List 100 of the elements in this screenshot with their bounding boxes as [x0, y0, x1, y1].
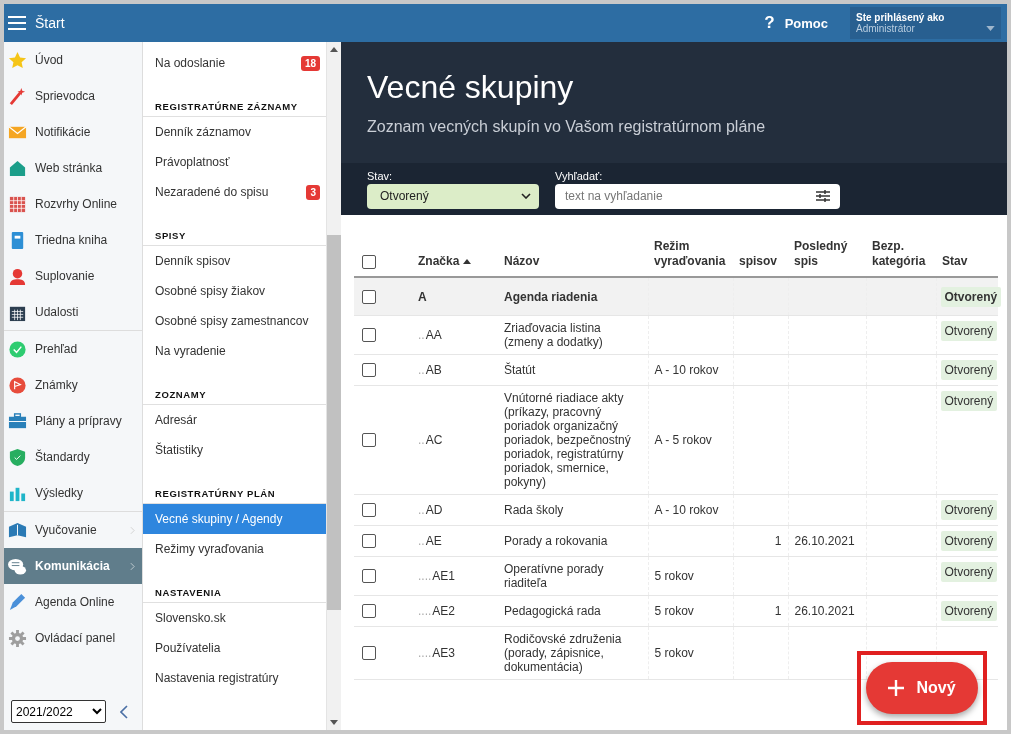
column-header[interactable]: spisov [739, 254, 782, 269]
gear-icon [8, 628, 27, 648]
row-checkbox[interactable] [362, 433, 376, 448]
submenu-item[interactable]: Adresár [143, 405, 326, 435]
sidebar-item[interactable]: Sprievodca [4, 78, 142, 114]
person-icon [8, 266, 27, 286]
submenu-item[interactable]: Na vyradenie [143, 336, 326, 366]
column-header[interactable]: Režim vyraďovania [654, 239, 727, 269]
section-heading: NASTAVENIA [143, 587, 326, 603]
status-tag: Otvorený [940, 287, 1002, 307]
sidebar-item[interactable]: Ovládací panel [4, 620, 142, 656]
year-select[interactable]: 2021/2022 [11, 700, 106, 723]
row-checkbox[interactable] [362, 604, 376, 619]
submenu-item[interactable]: Právoplatnosť [143, 147, 326, 177]
submenu-item[interactable]: Osobné spisy žiakov [143, 276, 326, 306]
sidebar-item[interactable]: Notifikácie [4, 114, 142, 150]
sidebar-item[interactable]: Udalosti [4, 294, 142, 330]
submenu-item[interactable]: Štatistiky [143, 435, 326, 465]
table-row[interactable]: ....AE1 Operatívne porady riaditeľa 5 rokov Otvorený [354, 556, 998, 596]
submenu-item[interactable]: Denník spisov [143, 246, 326, 276]
table-cell: Pedagogická rada [504, 604, 601, 618]
user-menu[interactable]: Ste prihlásený ako Administrátor [850, 7, 1001, 39]
caret-icon [521, 193, 531, 199]
row-checkbox[interactable] [362, 363, 376, 378]
submenu-item[interactable]: Denník záznamov [143, 117, 326, 147]
sidebar-item[interactable]: Suplovanie [4, 258, 142, 294]
submenu-item[interactable]: Nastavenia registratúry [143, 663, 326, 693]
section-heading: SPISY [143, 230, 326, 246]
sidebar-item[interactable]: Známky [4, 367, 142, 403]
sidebar-item[interactable]: Web stránka [4, 150, 142, 186]
column-header[interactable]: Stav [942, 254, 992, 269]
sidebar-item[interactable]: Agenda Online [4, 584, 142, 620]
sidebar-item[interactable]: Výsledky [4, 475, 142, 511]
group-row[interactable]: A Agenda riadenia Otvorený [354, 277, 998, 316]
status-select[interactable]: Otvorený [367, 183, 539, 209]
sidebar-item[interactable]: Vyučovanie [4, 512, 142, 548]
column-header[interactable]: Názov [504, 254, 642, 269]
row-checkbox[interactable] [362, 569, 376, 584]
app-title: Štart [35, 15, 65, 31]
indent-dots: .... [418, 646, 432, 660]
table-cell: AE1 [432, 569, 456, 583]
shield-icon [8, 447, 27, 467]
filter-settings-icon[interactable] [816, 189, 830, 202]
table-cell: Rodičovské združenia (porady, zápisnice, dokumentácia) [504, 632, 622, 674]
table-row[interactable]: ....AE2 Pedagogická rada 5 rokov 1 26.10.2021 Otvorený [354, 595, 998, 627]
sidebar-item[interactable]: Úvod [4, 42, 142, 78]
count-badge: 18 [300, 55, 320, 71]
sidebar-item[interactable]: Rozvrhy Online [4, 186, 142, 222]
chat-icon [8, 556, 27, 576]
scrollbar[interactable] [327, 42, 341, 730]
submenu-item[interactable]: Na odoslanie 18 [143, 48, 326, 78]
table-row[interactable]: ..AE Porady a rokovania 1 26.10.2021 Otvorený [354, 525, 998, 557]
help-button[interactable]: ? Pomoc [764, 13, 828, 33]
table-cell: A - 5 rokov [654, 433, 712, 447]
sidebar-item[interactable]: Štandardy [4, 439, 142, 475]
table-cell: Vnútorné riadiace akty (príkazy, pracovný poriadok organizačný poriadok, bezpečnostný poriadok, registratúrny poriadok, smernice, pokyny) [504, 391, 631, 489]
column-header[interactable]: Posledný spis [794, 239, 860, 269]
submenu-item[interactable]: Osobné spisy zamestnancov [143, 306, 326, 336]
page-subtitle: Zoznam vecných skupín vo Vašom registratúrnom pláne [367, 118, 767, 136]
status-tag: Otvorený [940, 391, 998, 411]
row-checkbox[interactable] [362, 503, 376, 518]
row-checkbox[interactable] [362, 290, 376, 305]
wand-icon [8, 86, 27, 106]
sort-icon [463, 259, 472, 265]
table-row[interactable]: ..AB Štatút A - 10 rokov Otvorený [354, 354, 998, 386]
user-name: Administrátor [856, 23, 915, 34]
sidebar-item[interactable]: Plány a prípravy [4, 403, 142, 439]
sidebar-item[interactable]: Triedna kniha [4, 222, 142, 258]
collapse-icon[interactable] [120, 704, 128, 719]
search-field[interactable]: text na vyhľadanie [555, 183, 840, 209]
table-cell: 5 rokov [654, 569, 694, 583]
select-all-checkbox[interactable] [362, 254, 376, 269]
row-checkbox[interactable] [362, 646, 376, 661]
sidebar-item[interactable]: Komunikácia [4, 548, 142, 584]
row-checkbox[interactable] [362, 328, 376, 343]
grid-icon [8, 194, 27, 214]
submenu-item[interactable]: Režimy vyraďovania [143, 534, 326, 564]
new-button[interactable]: Nový [866, 662, 978, 714]
submenu-item[interactable]: Slovensko.sk [143, 603, 326, 633]
scroll-down-icon[interactable] [330, 720, 338, 725]
caret-icon [986, 26, 995, 31]
menu-icon[interactable] [8, 16, 26, 30]
column-header[interactable]: Značka [418, 254, 492, 269]
column-header[interactable]: Bezp. kategória [872, 239, 930, 269]
submenu-item[interactable]: Vecné skupiny / Agendy [143, 504, 326, 534]
star-icon [8, 50, 27, 70]
table-row[interactable]: ..AC Vnútorné riadiace akty (príkazy, pracovný poriadok organizačný poriadok, bezpečnostný poriadok, registratúrny poriadok, smernice, pokyny) A - 5 rokov Otvorený [354, 385, 998, 495]
table-cell: AC [425, 433, 443, 447]
sidebar-item[interactable]: Prehľad [4, 331, 142, 367]
table-cell: AE3 [432, 646, 456, 660]
house-icon [8, 158, 27, 178]
table-row[interactable]: ..AD Rada školy A - 10 rokov Otvorený [354, 494, 998, 526]
scroll-up-icon[interactable] [330, 47, 338, 52]
row-checkbox[interactable] [362, 534, 376, 549]
submenu-item[interactable]: Používatelia [143, 633, 326, 663]
table-cell: AB [425, 363, 442, 377]
table-row[interactable]: ..AA Zriaďovacia listina (zmeny a dodatky) Otvorený [354, 315, 998, 355]
page-title: Vecné skupiny [367, 69, 575, 106]
submenu-item[interactable]: Nezaradené do spisu 3 [143, 177, 326, 207]
table-cell: AA [425, 328, 442, 342]
